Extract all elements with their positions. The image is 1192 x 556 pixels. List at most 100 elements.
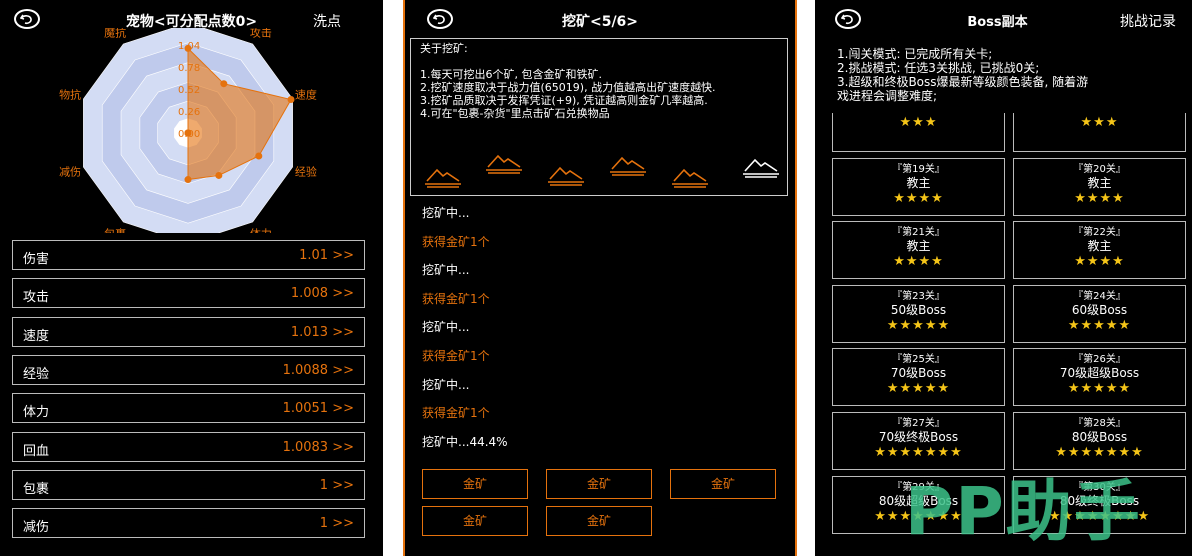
radar-ring-label: 0.00 (178, 129, 200, 140)
stat-row[interactable]: 包裹 1 >> (12, 469, 365, 500)
stat-value: 1.0051 >> (282, 401, 354, 417)
radar-axis-label: 攻击 (250, 28, 272, 40)
radar-axis-label: 魔抗 (104, 28, 126, 40)
mining-panel: 挖矿<5/6> 关于挖矿: 1.每天可挖出6个矿, 包含金矿和铁矿. 2.挖矿速… (403, 0, 797, 556)
level-name: 60级Boss (1071, 302, 1128, 317)
page-title: 挖矿<5/6> (561, 14, 639, 30)
level-number: 『第19关』 (892, 163, 945, 175)
level-name: 教主 (1087, 239, 1112, 254)
watermark: PP助手 (905, 473, 1142, 550)
boss-level-card[interactable]: 『第19关』 教主 ★★★★ (832, 157, 1005, 216)
stat-value: 1.01 >> (299, 248, 354, 263)
log-entry: 获得金矿1个 (422, 291, 490, 306)
stat-value: 1 >> (319, 516, 354, 532)
radar-ring-label: 0.78 (178, 63, 200, 74)
log-entry: 挖矿中... (422, 377, 470, 392)
rule-line: 1.闯关模式: 已完成所有关卡; (837, 47, 993, 61)
stat-label: 体力 (23, 405, 50, 421)
radar-point (220, 80, 228, 88)
stat-value: 1.008 >> (290, 286, 354, 302)
star-rating: ★★★★ (1074, 254, 1125, 270)
stat-value: 1.0088 >> (282, 362, 354, 378)
star-rating: ★★★★ (893, 254, 944, 270)
radar-point (255, 152, 263, 160)
mine-done-icon (672, 168, 708, 188)
radar-ring-label: 1.30 (178, 28, 200, 30)
radar-point (287, 96, 295, 104)
stat-label: 包裹 (23, 481, 50, 497)
boss-level-card[interactable]: 『第21关』 教主 ★★★★ (832, 221, 1005, 280)
level-number: 『第28关』 (1073, 418, 1126, 429)
boss-level-card[interactable]: 『第22关』 教主 ★★★★ (1013, 221, 1186, 280)
radar-ring-label: 0.26 (178, 107, 200, 118)
stat-label: 攻击 (23, 290, 50, 306)
boss-level-card[interactable]: 『第23关』 50级Boss ★★★★★ (832, 284, 1005, 343)
stat-row[interactable]: 体力 1.0051 >> (12, 393, 365, 424)
radar-axis-label: 减伤 (59, 165, 81, 178)
level-number: 『第20关』 (1073, 163, 1126, 175)
mine-done-icon (610, 156, 646, 176)
radar-point (215, 171, 223, 179)
gold-ore-button[interactable]: 金矿 (422, 469, 528, 499)
boss-level-card[interactable]: 『第25关』 70级Boss ★★★★★ (832, 348, 1005, 407)
info-line: 1.每天可挖出6个矿, 包含金矿和铁矿. (420, 68, 602, 81)
level-number: 『第22关』 (1073, 227, 1126, 239)
gold-ore-button[interactable]: 金矿 (546, 469, 652, 499)
mine-icons-row (425, 154, 779, 188)
mining-info-box: 关于挖矿: 1.每天可挖出6个矿, 包含金矿和铁矿. 2.挖矿速度取决于战力值(… (410, 38, 788, 196)
stat-row[interactable]: 回血 1.0083 >> (12, 431, 365, 462)
stat-row[interactable]: 速度 1.013 >> (12, 316, 365, 347)
star-rating: ★★★★★ (886, 381, 951, 397)
radar-axis-label: 经验 (295, 164, 317, 178)
rule-line: 戏进程会调整难度; (837, 89, 938, 103)
stat-label: 回血 (23, 443, 50, 459)
star-rating: ★★★★★ (1067, 381, 1132, 397)
level-name: 50级Boss (890, 302, 947, 317)
stat-row[interactable]: 伤害 1.01 >> (12, 240, 365, 270)
log-entry: 获得金矿1个 (422, 406, 490, 421)
stat-row[interactable]: 经验 1.0088 >> (12, 354, 365, 385)
stat-label: 伤害 (23, 252, 50, 267)
mine-done-icon (486, 154, 522, 174)
star-rating: ★★★★ (893, 190, 944, 206)
radar-axis-label: 体力 (250, 226, 272, 233)
level-name: 70级终极Boss (878, 430, 959, 444)
stat-value: 1.013 >> (290, 324, 354, 340)
level-name: 教主 (1087, 175, 1112, 190)
gold-ore-button[interactable]: 金矿 (422, 506, 528, 536)
boss-header: Boss副本 挑战记录 (815, 0, 1192, 40)
level-number: 『第25关』 (892, 354, 945, 366)
gold-ore-button[interactable]: 金矿 (670, 469, 776, 499)
radar-axis-label: 速度 (295, 88, 317, 102)
stat-row[interactable]: 减伤 1 >> (12, 508, 365, 539)
info-line: 3.挖矿品质取决于发挥凭证(+9), 凭证越高则金矿几率越高. (420, 94, 708, 107)
log-entry: 挖矿中... (422, 263, 470, 278)
level-number: 『第27关』 (892, 418, 945, 429)
log-entry: 挖矿中... (422, 206, 470, 220)
radar-axis-label: 包裹 (104, 226, 126, 233)
boss-level-card[interactable]: 『第26关』 70级超级Boss ★★★★★ (1013, 348, 1186, 407)
mine-pending-icon (743, 158, 779, 178)
radar-ring-label: 1.04 (178, 41, 200, 52)
pet-attribute-radar-chart: 1.301.040.780.520.260.00伤害攻击速度经验体力回血包裹减伤… (59, 28, 317, 233)
stat-label: 速度 (23, 328, 50, 344)
gold-ore-button[interactable]: 金矿 (546, 506, 652, 536)
level-name: 80级Boss (1071, 430, 1128, 444)
level-name: 教主 (906, 239, 931, 254)
stat-row[interactable]: 攻击 1.008 >> (12, 278, 365, 309)
radar-ring-label: 0.52 (178, 85, 200, 96)
boss-level-card[interactable]: 教主★★★ (832, 113, 1005, 152)
boss-level-card[interactable]: 『第24关』 60级Boss ★★★★★ (1013, 284, 1186, 343)
log-entry: 挖矿中... (422, 320, 470, 335)
star-rating: ★★★ (1080, 115, 1119, 130)
mining-header: 挖矿<5/6> (405, 0, 795, 40)
stat-label: 经验 (23, 366, 50, 382)
star-rating: ★★★★★ (1067, 317, 1132, 333)
level-name: 70级超级Boss (1059, 366, 1140, 381)
boss-level-card[interactable]: 『第20关』 教主 ★★★★ (1013, 157, 1186, 216)
challenge-records-button[interactable]: 挑战记录 (1120, 11, 1176, 31)
level-name: 教主 (906, 175, 931, 190)
boss-level-card[interactable]: 教主★★★ (1013, 113, 1186, 152)
log-entry: 挖矿中...44.4% (422, 434, 508, 449)
level-number: 『第21关』 (892, 227, 945, 239)
